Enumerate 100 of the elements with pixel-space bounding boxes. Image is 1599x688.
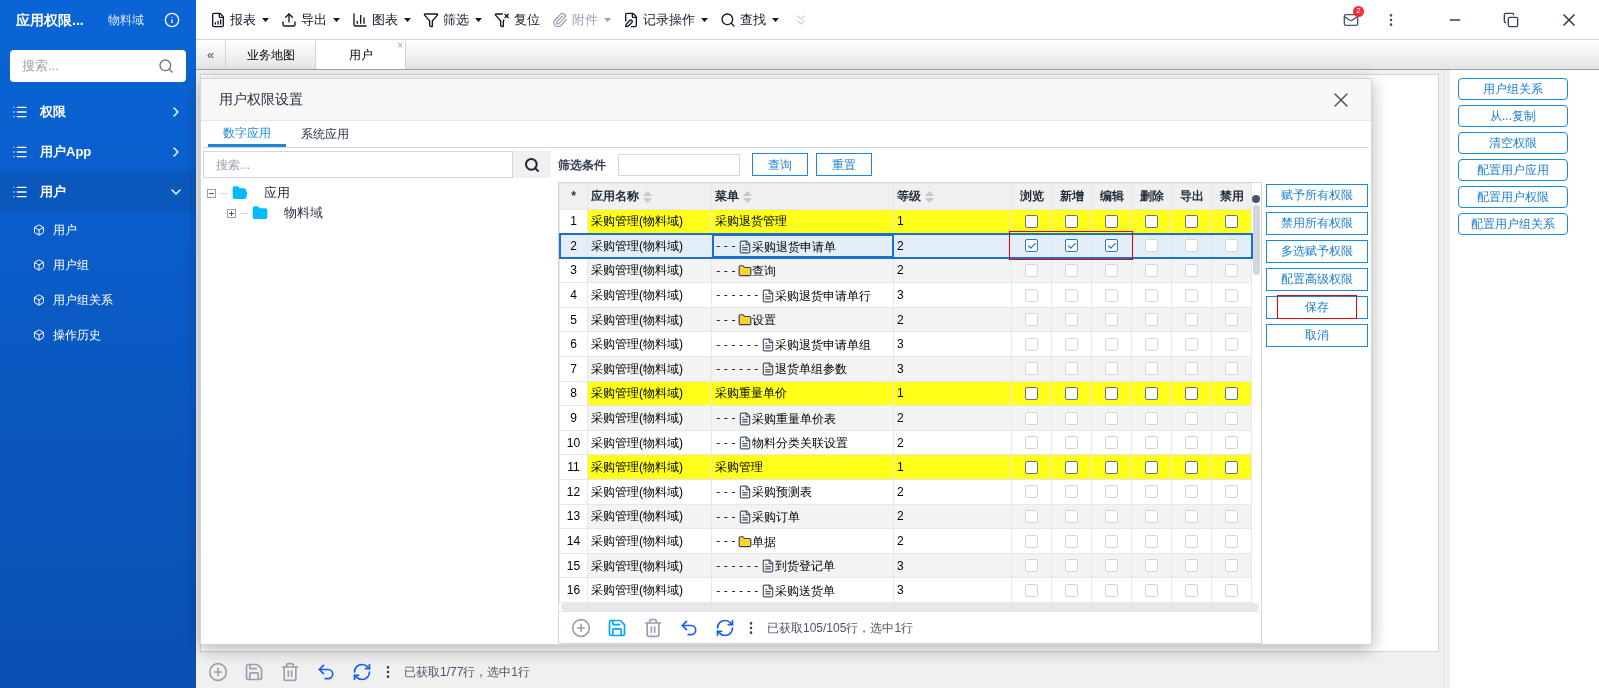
column-header[interactable]: 新增 (1051, 183, 1092, 209)
tree-item[interactable]: 物料域 (284, 203, 323, 223)
side-action-button[interactable]: 配置用户应用 (1458, 159, 1568, 181)
toolbar-button[interactable]: 报表 (204, 4, 275, 35)
row-number[interactable]: 7 (559, 356, 588, 382)
collapse-toggle[interactable] (207, 188, 216, 198)
sort-icon[interactable] (925, 190, 934, 203)
sort-icon[interactable] (643, 190, 652, 203)
checkbox[interactable] (1065, 214, 1078, 228)
toolbar-button[interactable]: 记录操作 (617, 4, 714, 35)
checkbox[interactable] (1025, 386, 1038, 400)
column-header[interactable]: 编辑 (1091, 183, 1132, 209)
checkbox[interactable] (1185, 214, 1198, 228)
checkbox[interactable] (1145, 386, 1158, 400)
checkbox[interactable] (1225, 460, 1238, 474)
horizontal-scrollbar[interactable] (561, 603, 1259, 611)
checkbox[interactable] (1065, 386, 1078, 400)
info-icon[interactable] (164, 12, 180, 28)
row-number[interactable]: 15 (559, 553, 588, 578)
checkbox[interactable] (1105, 386, 1118, 400)
row-number[interactable]: 12 (559, 479, 588, 505)
row-number[interactable]: 3 (559, 258, 588, 283)
sidebar-subitem[interactable]: 用户 (53, 220, 77, 239)
row-number[interactable]: 1 (559, 209, 588, 234)
tab[interactable]: 用户 × (316, 41, 406, 69)
checkbox[interactable] (1025, 214, 1038, 228)
toolbar-button[interactable]: 导出 (275, 4, 346, 35)
checkbox[interactable] (1185, 386, 1198, 400)
restore-icon[interactable] (1503, 11, 1519, 28)
tab[interactable]: 系统应用 (286, 121, 364, 147)
checkbox[interactable] (1025, 460, 1038, 474)
sidebar-item[interactable]: 用户 (0, 172, 196, 212)
side-action-button[interactable]: 配置用户权限 (1458, 186, 1568, 208)
row-number[interactable]: 10 (559, 430, 588, 455)
checkbox[interactable] (1145, 460, 1158, 474)
add-icon[interactable] (571, 617, 591, 638)
row-number[interactable]: 9 (559, 405, 588, 431)
query-button[interactable]: 查询 (752, 153, 808, 177)
checkbox[interactable] (1185, 460, 1198, 474)
side-action-button[interactable]: 从...复制 (1458, 105, 1568, 127)
checkbox[interactable] (1065, 460, 1078, 474)
delete-icon[interactable] (643, 617, 663, 638)
save-icon[interactable] (607, 617, 627, 638)
checkbox[interactable] (1065, 239, 1078, 253)
collapse-tabs-button[interactable]: « (196, 41, 226, 69)
sidebar-subitem[interactable]: 用户组关系 (53, 290, 113, 309)
column-header[interactable]: 应用名称 (587, 183, 712, 209)
column-header[interactable]: 导出 (1171, 183, 1212, 209)
search-input[interactable]: 搜索... (22, 56, 158, 76)
permission-action-button[interactable]: 配置高级权限 (1266, 267, 1368, 291)
search-icon[interactable] (158, 58, 174, 74)
search-button[interactable] (513, 151, 551, 178)
row-number[interactable]: 13 (559, 504, 588, 529)
toolbar-button[interactable]: 复位 (488, 4, 546, 35)
checkbox[interactable] (1025, 239, 1038, 253)
permission-action-button[interactable]: 禁用所有权限 (1266, 211, 1368, 235)
side-action-button[interactable]: 用户组关系 (1458, 78, 1568, 100)
row-number[interactable]: 14 (559, 528, 588, 554)
filter-field[interactable] (618, 153, 740, 176)
tree-search-field[interactable]: 搜索... (203, 151, 513, 178)
delete-icon[interactable] (280, 662, 300, 682)
refresh-icon[interactable] (715, 617, 735, 638)
checkbox[interactable] (1105, 239, 1118, 253)
row-number[interactable]: 5 (559, 307, 588, 332)
sidebar-subitem[interactable]: 用户组 (53, 255, 89, 274)
sidebar-item[interactable]: 用户App (0, 132, 196, 172)
permission-action-button[interactable]: 赋予所有权限 (1266, 183, 1368, 207)
row-number[interactable]: 2 (559, 233, 588, 259)
mail-icon[interactable] (1343, 11, 1359, 28)
column-header[interactable]: 浏览 (1011, 183, 1052, 209)
undo-icon[interactable] (679, 617, 699, 638)
row-number[interactable]: 16 (559, 577, 588, 603)
sidebar-item[interactable]: 权限 (0, 92, 196, 132)
row-number[interactable]: 4 (559, 282, 588, 308)
column-header[interactable]: 菜单 (711, 183, 894, 209)
permission-action-button[interactable]: 保存 (1266, 295, 1368, 319)
toolbar-button[interactable]: 图表 (346, 4, 417, 35)
permission-action-button[interactable]: 多选赋予权限 (1266, 239, 1368, 263)
save-icon[interactable] (244, 662, 264, 682)
side-action-button[interactable]: 清空权限 (1458, 132, 1568, 154)
column-header[interactable]: * (559, 183, 588, 209)
search-field[interactable]: 搜索... (10, 50, 186, 82)
sidebar-subitem[interactable]: 操作历史 (53, 325, 101, 344)
row-number[interactable]: 6 (559, 331, 588, 357)
checkbox[interactable] (1105, 214, 1118, 228)
column-header[interactable]: 等级 (893, 183, 1012, 209)
row-number[interactable]: 11 (559, 454, 588, 480)
expand-toggle[interactable] (227, 208, 236, 218)
column-header[interactable]: 禁用 (1211, 183, 1252, 209)
permission-action-button[interactable]: 取消 (1266, 323, 1368, 347)
sort-icon[interactable] (743, 190, 752, 203)
toolbar-button[interactable]: 筛选 (417, 4, 488, 35)
reset-button[interactable]: 重置 (816, 153, 872, 177)
checkbox[interactable] (1145, 214, 1158, 228)
refresh-icon[interactable] (352, 662, 372, 682)
checkbox[interactable] (1225, 386, 1238, 400)
toolbar-button[interactable]: 查找 (714, 4, 785, 35)
tree-item[interactable]: 应用 (264, 183, 290, 203)
row-number[interactable]: 8 (559, 381, 588, 406)
add-icon[interactable] (208, 662, 228, 682)
